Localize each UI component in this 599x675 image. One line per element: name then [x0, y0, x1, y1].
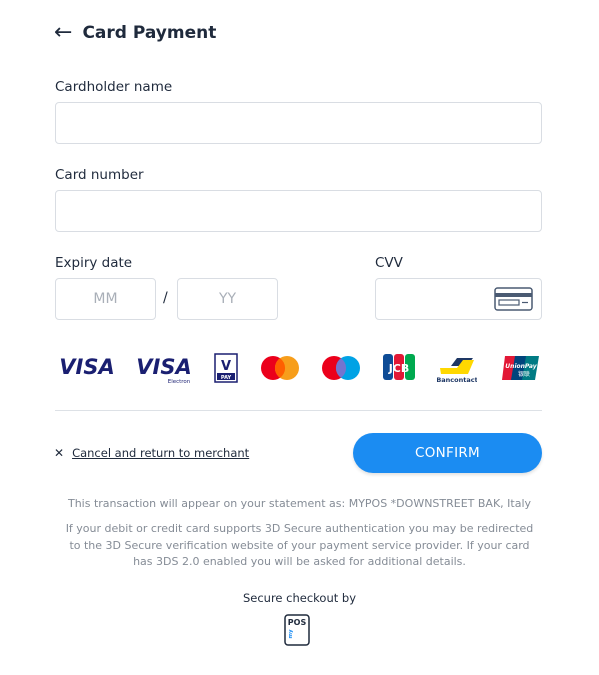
maestro-logo — [322, 356, 360, 380]
vpay-logo: V PAY — [214, 353, 238, 383]
page-header: ← Card Payment — [54, 22, 216, 44]
secure-note-line-1: If your debit or credit card supports 3D… — [65, 522, 534, 535]
expiry-month-input[interactable] — [55, 278, 156, 320]
visa-logo-text: VISA — [59, 355, 114, 379]
confirm-button[interactable]: CONFIRM — [353, 433, 542, 473]
visa-electron-logo: VISA Electron — [136, 355, 191, 385]
cardholder-label: Cardholder name — [55, 79, 173, 95]
cardholder-input[interactable] — [55, 102, 542, 144]
jcb-logo: JCB — [383, 354, 415, 380]
card-number-label: Card number — [55, 167, 144, 183]
expiry-separator: / — [163, 290, 168, 306]
jcb-logo-text: JCB — [388, 362, 410, 375]
mypos-logo-sub: my — [288, 629, 294, 639]
secure-note-line-2: to the 3D Secure verification website of… — [69, 538, 530, 552]
close-icon: ✕ — [54, 446, 65, 460]
unionpay-logo-text: UnionPay — [505, 363, 537, 370]
visa-electron-logo-text: VISA — [136, 355, 191, 379]
card-back-icon — [494, 287, 533, 311]
statement-note: This transaction will appear on your sta… — [67, 497, 532, 510]
payment-logos: VISA VISA Electron V PAY JCB Bancontact — [56, 352, 542, 386]
mypos-logo-text: POS — [288, 618, 307, 627]
secure-note-line-3: has 3DS 2.0 enabled you will be asked fo… — [133, 555, 466, 568]
cancel-link[interactable]: ✕ Cancel and return to merchant — [54, 446, 249, 460]
bancontact-logo: Bancontact — [437, 358, 477, 384]
visa-logo: VISA — [59, 355, 114, 379]
cancel-label[interactable]: Cancel and return to merchant — [72, 446, 249, 460]
secure-checkout-label: Secure checkout by — [242, 591, 357, 605]
divider — [55, 410, 542, 411]
vpay-logo-sub: PAY — [221, 375, 232, 381]
expiry-year-input[interactable] — [177, 278, 278, 320]
card-number-input[interactable] — [55, 190, 542, 232]
expiry-label: Expiry date — [55, 255, 133, 271]
page-title: Card Payment — [82, 23, 217, 43]
vpay-logo-text: V — [221, 359, 231, 374]
mypos-logo: POS my — [284, 614, 310, 646]
bancontact-logo-text: Bancontact — [437, 376, 477, 384]
mastercard-logo — [261, 356, 299, 380]
arrow-left-icon[interactable]: ← — [54, 22, 72, 44]
unionpay-logo-sub: 银联 — [518, 370, 530, 378]
cvv-label: CVV — [375, 255, 403, 271]
visa-electron-sub: Electron — [168, 379, 191, 385]
unionpay-logo: UnionPay 银联 — [502, 356, 539, 380]
